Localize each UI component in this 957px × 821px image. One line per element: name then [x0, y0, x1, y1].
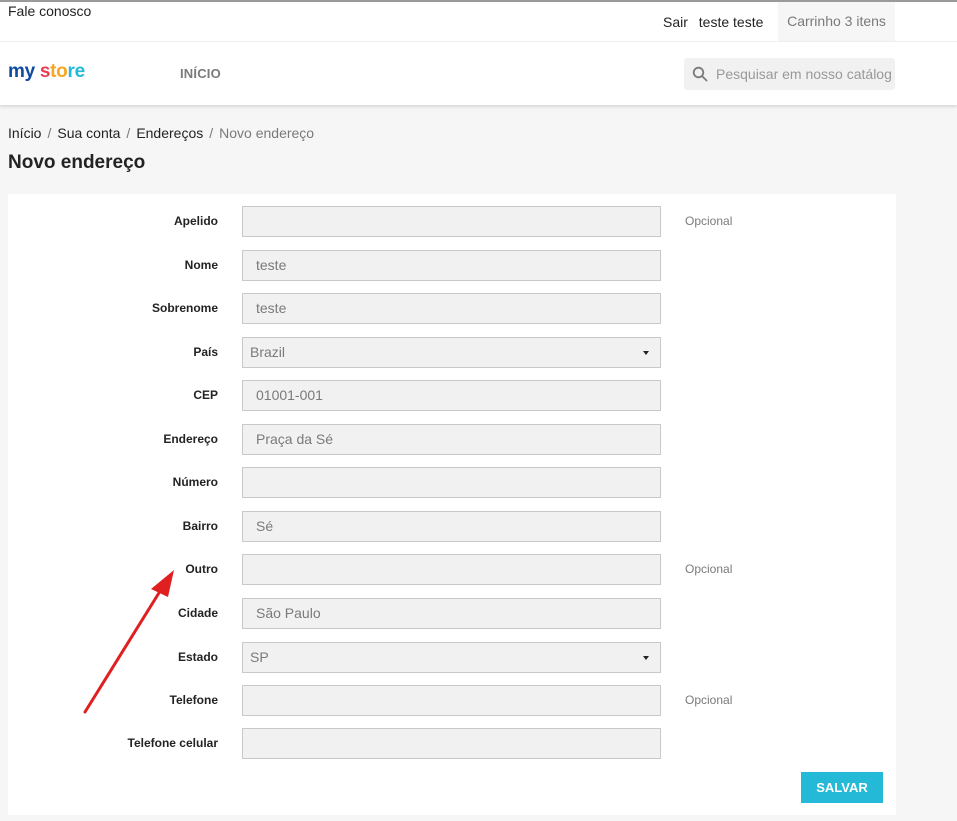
field-label-firstname: Nome [184, 258, 218, 272]
logo-text-4: re [67, 61, 85, 82]
state-value: SP [250, 649, 269, 665]
breadcrumb-home[interactable]: Início [8, 125, 41, 141]
form-row-country: País Brazil [8, 337, 896, 368]
alias-input[interactable] [242, 206, 661, 237]
form-row-number: Número [8, 467, 896, 498]
breadcrumb-addresses[interactable]: Endereços [136, 125, 203, 141]
form-row-lastname: Sobrenome teste [8, 293, 896, 324]
breadcrumb: Início / Sua conta / Endereços / Novo endereço [8, 125, 314, 141]
form-row-district: Bairro Sé [8, 511, 896, 542]
firstname-input[interactable]: teste [242, 250, 661, 281]
breadcrumb-separator: / [126, 125, 131, 141]
field-label-lastname: Sobrenome [151, 301, 218, 315]
breadcrumb-account[interactable]: Sua conta [57, 125, 120, 141]
number-input[interactable] [242, 467, 661, 498]
field-label-state: Estado [177, 650, 218, 664]
postcode-input[interactable]: 01001-001 [242, 380, 661, 411]
form-row-alias: Apelido Opcional [8, 206, 896, 237]
field-label-district: Bairro [182, 519, 218, 533]
form-row-mobile: Telefone celular [8, 728, 896, 759]
chevron-down-icon [643, 656, 649, 660]
lastname-input[interactable]: teste [242, 293, 661, 324]
user-nav: Sair teste teste [663, 14, 770, 30]
field-label-other: Outro [185, 562, 218, 576]
top-bar: Fale conosco Sair teste teste Carrinho 3… [0, 0, 957, 41]
logout-link[interactable]: Sair [663, 14, 688, 30]
breadcrumb-separator: / [47, 125, 52, 141]
country-value: Brazil [250, 344, 286, 360]
menu-item-home[interactable]: INÍCIO [180, 66, 221, 81]
logo-text-2: s [39, 61, 51, 82]
form-row-firstname: Nome teste [8, 250, 896, 281]
search-icon[interactable] [692, 66, 708, 82]
address-input[interactable]: Praça da Sé [242, 424, 661, 455]
contact-link[interactable]: Fale conosco [8, 3, 91, 19]
cart-button[interactable]: Carrinho 3 itens [778, 2, 895, 41]
save-button[interactable]: SALVAR [801, 772, 883, 803]
field-label-number: Número [172, 475, 218, 489]
country-select[interactable]: Brazil [242, 337, 661, 368]
address-form: Apelido Opcional Nome teste Sobrenome te… [8, 194, 896, 815]
account-link[interactable]: teste teste [699, 14, 764, 30]
other-input[interactable] [242, 554, 661, 585]
field-label-phone: Telefone [169, 693, 218, 707]
form-row-address: Endereço Praça da Sé [8, 424, 896, 455]
logo-text-1: my [8, 61, 35, 82]
city-input[interactable]: São Paulo [242, 598, 661, 629]
mobile-input[interactable] [242, 728, 661, 759]
form-row-city: Cidade São Paulo [8, 598, 896, 629]
search-box [684, 58, 895, 90]
phone-input[interactable] [242, 685, 661, 716]
optional-hint: Opcional [685, 693, 733, 707]
site-header: my store INÍCIO [0, 41, 957, 105]
chevron-down-icon [643, 351, 649, 355]
page-title: Novo endereço [8, 152, 146, 173]
optional-hint: Opcional [685, 214, 733, 228]
form-row-phone: Telefone Opcional [8, 685, 896, 716]
district-input[interactable]: Sé [242, 511, 661, 542]
field-label-postcode: CEP [193, 388, 218, 402]
field-label-alias: Apelido [174, 214, 218, 228]
field-label-mobile: Telefone celular [127, 736, 218, 750]
form-row-state: Estado SP [8, 642, 896, 673]
form-row-other: Outro Opcional [8, 554, 896, 585]
search-input[interactable] [716, 58, 892, 90]
field-label-city: Cidade [177, 606, 218, 620]
state-select[interactable]: SP [242, 642, 661, 673]
form-row-postcode: CEP 01001-001 [8, 380, 896, 411]
field-label-country: País [193, 345, 218, 359]
logo-text-3: to [50, 61, 68, 82]
field-label-address: Endereço [163, 432, 218, 446]
store-logo[interactable]: my store [8, 61, 85, 83]
breadcrumb-separator: / [209, 125, 214, 141]
optional-hint: Opcional [685, 562, 733, 576]
breadcrumb-current: Novo endereço [219, 125, 315, 141]
